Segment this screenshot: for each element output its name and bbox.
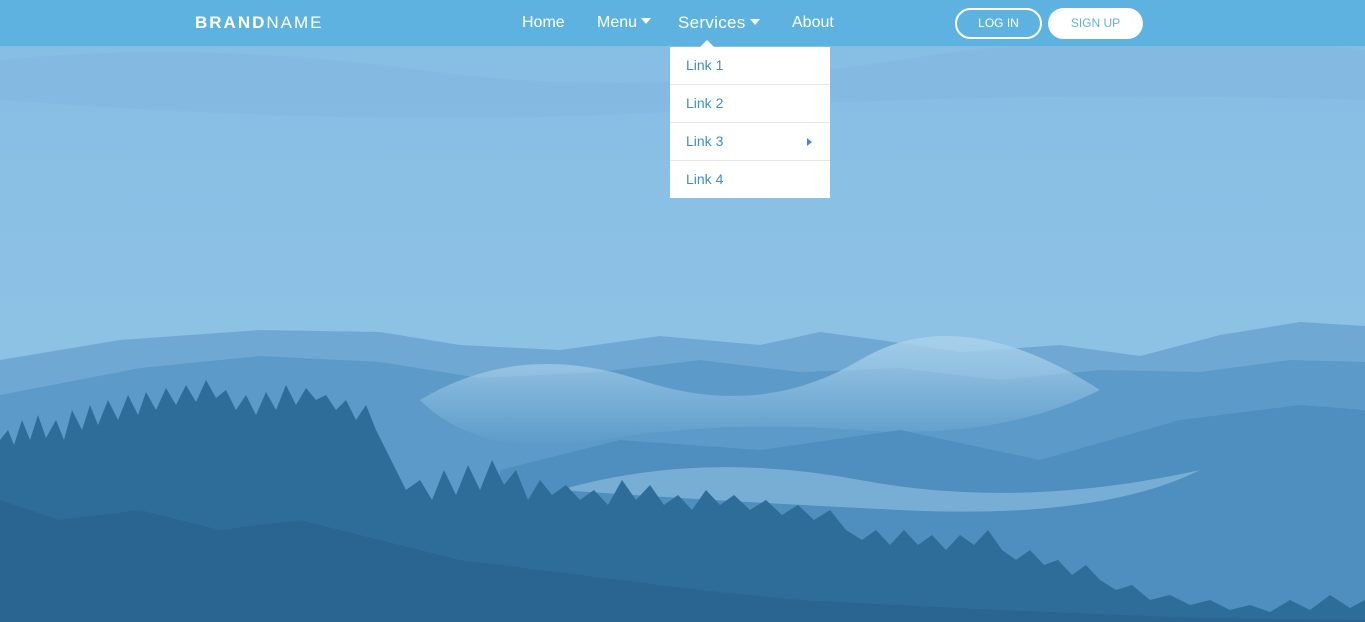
caret-right-icon <box>807 138 812 146</box>
dropdown-item-link-3[interactable]: Link 3 <box>670 123 830 161</box>
caret-down-icon <box>749 19 760 25</box>
dropdown-item-label: Link 2 <box>686 95 724 111</box>
dropdown-item-label: Link 1 <box>686 57 724 73</box>
nav-menu-label: Menu <box>597 14 638 31</box>
nav-home-link[interactable]: Home <box>522 12 565 34</box>
nav-home-label: Home <box>522 14 565 31</box>
dropdown-item-link-4[interactable]: Link 4 <box>670 161 830 198</box>
dropdown-pointer <box>700 40 714 47</box>
dropdown-item-link-2[interactable]: Link 2 <box>670 85 830 123</box>
brand-light-text: NAME <box>266 13 324 32</box>
dropdown-item-label: Link 3 <box>686 133 724 149</box>
login-button[interactable]: LOG IN <box>955 8 1042 39</box>
nav-services-dropdown[interactable]: Services <box>678 12 760 34</box>
brand-logo[interactable]: BRANDNAME <box>195 13 324 33</box>
nav-menu-dropdown[interactable]: Menu <box>597 12 652 34</box>
dropdown-item-link-1[interactable]: Link 1 <box>670 47 830 85</box>
dropdown-item-label: Link 4 <box>686 171 724 187</box>
signup-button[interactable]: SIGN UP <box>1048 8 1143 39</box>
brand-bold-text: BRAND <box>195 13 267 32</box>
nav-about-link[interactable]: About <box>792 12 834 34</box>
services-dropdown-menu: Link 1 Link 2 Link 3 Link 4 <box>670 47 830 198</box>
nav-services-label: Services <box>678 13 746 32</box>
top-navbar: BRANDNAME Home Menu Services About LOG I… <box>0 0 1365 46</box>
nav-about-label: About <box>792 14 834 31</box>
caret-down-icon <box>641 18 652 24</box>
